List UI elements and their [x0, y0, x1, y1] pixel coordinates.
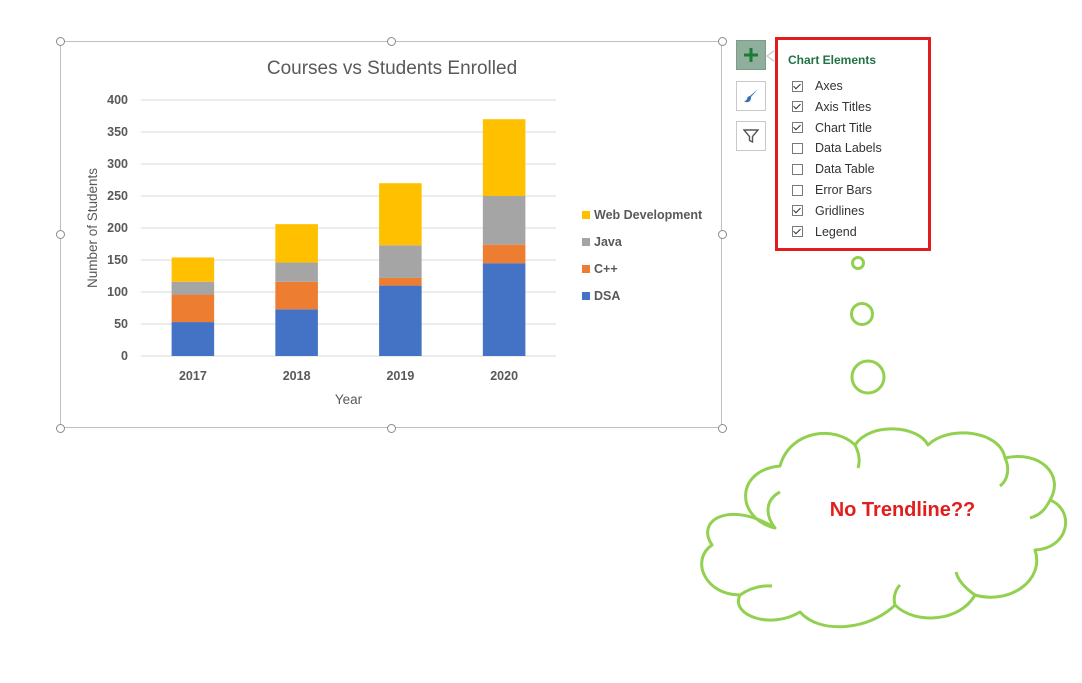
bubble-dot-large — [850, 359, 886, 395]
bubble-text: No Trendline?? — [829, 499, 976, 521]
bubble-dot-medium — [850, 302, 874, 326]
thought-bubble — [700, 256, 1067, 629]
bubble-dot-small — [851, 256, 865, 270]
cloud-shape — [700, 427, 1067, 629]
